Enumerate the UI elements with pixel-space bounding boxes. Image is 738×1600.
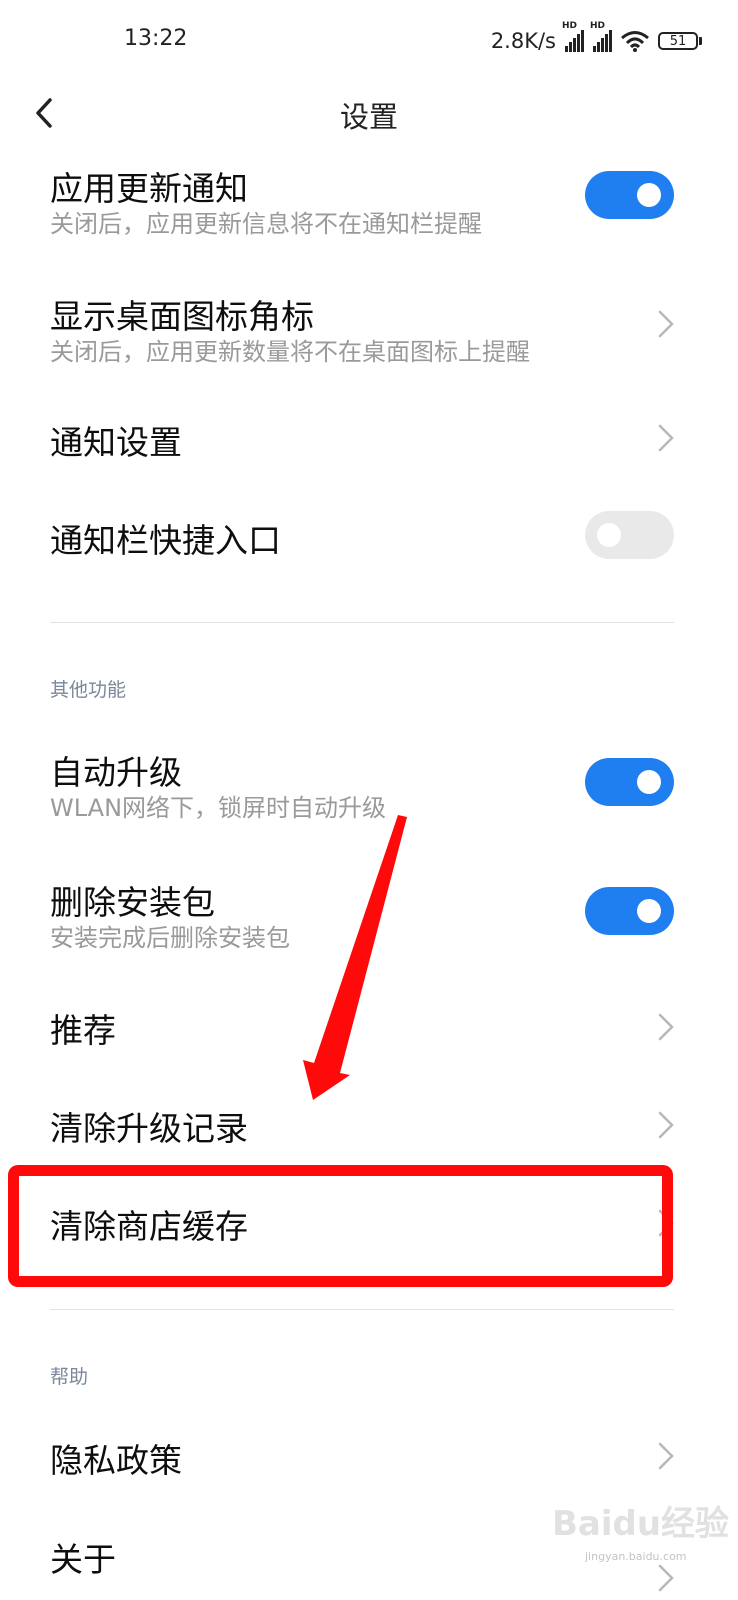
setting-desktop-badge[interactable]: 显示桌面图标角标 关闭后，应用更新数量将不在桌面图标上提醒 bbox=[0, 280, 738, 390]
chevron-right-icon bbox=[658, 424, 674, 452]
setting-title: 自动升级 bbox=[50, 753, 182, 792]
app-update-notify-toggle[interactable] bbox=[585, 171, 674, 219]
chevron-right-icon bbox=[658, 310, 674, 338]
setting-recommend[interactable]: 推荐 bbox=[0, 990, 738, 1070]
setting-title: 清除商店缓存 bbox=[50, 1207, 248, 1246]
setting-title: 隐私政策 bbox=[50, 1441, 182, 1480]
chevron-right-icon bbox=[658, 1442, 674, 1470]
setting-delete-package[interactable]: 删除安装包 安装完成后删除安装包 bbox=[0, 870, 738, 970]
setting-clear-upgrade-records[interactable]: 清除升级记录 bbox=[0, 1088, 738, 1168]
watermark-logo: Baidu经验 bbox=[552, 1504, 730, 1544]
setting-app-update-notify[interactable]: 应用更新通知 关闭后，应用更新信息将不在通知栏提醒 bbox=[0, 150, 738, 260]
setting-title: 推荐 bbox=[50, 1011, 116, 1050]
setting-notification-shortcut[interactable]: 通知栏快捷入口 bbox=[0, 500, 738, 580]
setting-title: 关于 bbox=[50, 1540, 116, 1579]
setting-title: 通知设置 bbox=[50, 423, 182, 462]
setting-subtitle: 关闭后，应用更新信息将不在通知栏提醒 bbox=[50, 210, 482, 238]
battery-icon: 51 bbox=[658, 32, 702, 50]
setting-title: 应用更新通知 bbox=[50, 169, 248, 208]
setting-notification-settings[interactable]: 通知设置 bbox=[0, 400, 738, 480]
delete-package-toggle[interactable] bbox=[585, 887, 674, 935]
signal-icon: HD bbox=[590, 21, 612, 52]
setting-title: 删除安装包 bbox=[50, 883, 215, 922]
signal-icon: HD bbox=[562, 21, 584, 52]
section-header-other: 其他功能 bbox=[50, 679, 127, 701]
auto-upgrade-toggle[interactable] bbox=[585, 758, 674, 806]
battery-level: 51 bbox=[658, 32, 698, 50]
notification-shortcut-toggle[interactable] bbox=[585, 511, 674, 559]
chevron-right-icon bbox=[658, 1564, 674, 1592]
setting-privacy-policy[interactable]: 隐私政策 bbox=[0, 1418, 738, 1498]
chevron-right-icon bbox=[658, 1209, 674, 1237]
network-speed: 2.8K/s bbox=[490, 29, 556, 53]
section-divider bbox=[50, 1309, 674, 1310]
status-icons: 2.8K/s HD HD 51 bbox=[490, 21, 702, 56]
setting-subtitle: WLAN网络下，锁屏时自动升级 bbox=[50, 794, 387, 822]
section-header-help: 帮助 bbox=[50, 1366, 89, 1388]
watermark-url: jingyan.baidu.com bbox=[585, 1550, 687, 1563]
chevron-right-icon bbox=[658, 1111, 674, 1139]
page-title: 设置 bbox=[339, 100, 398, 134]
title-bar: 设置 bbox=[0, 84, 738, 144]
setting-title: 通知栏快捷入口 bbox=[50, 521, 281, 560]
wifi-icon bbox=[621, 31, 649, 52]
hd-label: HD bbox=[562, 21, 578, 31]
setting-subtitle: 关闭后，应用更新数量将不在桌面图标上提醒 bbox=[50, 338, 530, 366]
section-divider bbox=[50, 622, 674, 623]
setting-title: 清除升级记录 bbox=[50, 1109, 248, 1148]
hd-label: HD bbox=[590, 21, 606, 31]
setting-title: 显示桌面图标角标 bbox=[50, 297, 314, 336]
status-time: 13:22 bbox=[124, 26, 188, 51]
chevron-right-icon bbox=[658, 1013, 674, 1041]
setting-subtitle: 安装完成后删除安装包 bbox=[50, 924, 290, 952]
setting-clear-store-cache[interactable]: 清除商店缓存 bbox=[0, 1186, 738, 1266]
status-bar: 13:22 2.8K/s HD HD 51 bbox=[0, 0, 738, 84]
setting-auto-upgrade[interactable]: 自动升级 WLAN网络下，锁屏时自动升级 bbox=[0, 740, 738, 840]
